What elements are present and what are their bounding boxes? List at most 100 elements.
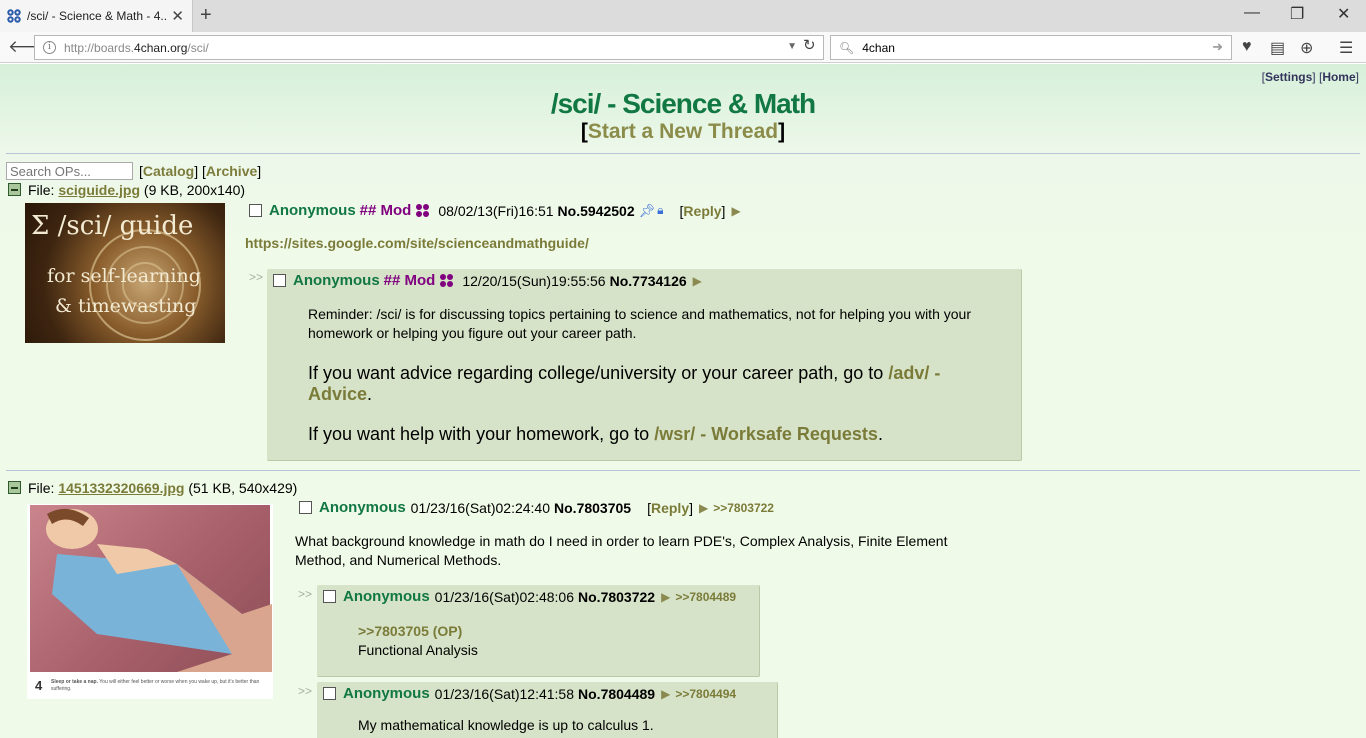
reply-dash: >> bbox=[298, 684, 313, 698]
post-datetime: 12/20/15(Sun)19:55:56 bbox=[462, 272, 606, 289]
menu-icon[interactable]: ☰ bbox=[1339, 38, 1353, 58]
page-content: [Settings] [Home] /sci/ - Science & Math… bbox=[0, 64, 1366, 738]
file-link[interactable]: 1451332320669.jpg bbox=[58, 480, 184, 496]
catalog-link[interactable]: Catalog bbox=[143, 163, 194, 179]
backlink[interactable]: >>7804494 bbox=[675, 687, 736, 701]
settings-link[interactable]: Settings bbox=[1265, 70, 1312, 84]
post-checkbox[interactable] bbox=[249, 204, 262, 217]
guide-link[interactable]: https://sites.google.com/site/scienceand… bbox=[245, 235, 589, 251]
backlink[interactable]: >>7804489 bbox=[675, 590, 736, 604]
hide-thread-button[interactable] bbox=[8, 481, 21, 494]
post-number-label[interactable]: No.7803722 bbox=[578, 589, 655, 605]
reply-para-1: Reminder: /sci/ is for discussing topics… bbox=[308, 306, 971, 341]
bracket-close: ] bbox=[778, 120, 786, 143]
file-link[interactable]: sciguide.jpg bbox=[58, 182, 140, 198]
mod-icon bbox=[440, 273, 454, 288]
post-menu-arrow-icon[interactable]: ▶ bbox=[661, 687, 670, 701]
thumb-line-3: & timewasting bbox=[55, 295, 197, 317]
poster-name: Anonymous bbox=[319, 499, 406, 516]
thumb-line-2: for self-learning bbox=[47, 265, 201, 287]
reply-body: My mathematical knowledge is up to calcu… bbox=[358, 717, 654, 733]
reply-post-header: Anonymous ## Mod 12/20/15(Sun)19:55:56 N… bbox=[273, 272, 702, 289]
quote-link[interactable]: >>7803705 (OP) bbox=[358, 623, 462, 639]
wsr-board-link[interactable]: /wsr/ - Worksafe Requests bbox=[654, 424, 878, 444]
capcode: ## Mod bbox=[359, 202, 412, 219]
search-go-arrow-icon[interactable]: ➜ bbox=[1212, 39, 1223, 55]
reading-list-icon[interactable]: ▤ bbox=[1270, 38, 1285, 58]
reply-link-wrap: [Reply] bbox=[647, 499, 693, 516]
reply-para-3: If you want help with your homework, go … bbox=[308, 424, 883, 444]
locked-icon: 🔒︎ bbox=[657, 203, 664, 217]
post-checkbox[interactable] bbox=[323, 687, 336, 700]
reply-body: >>7803705 (OP) Functional Analysis bbox=[358, 623, 478, 658]
search-value: 4chan bbox=[862, 40, 895, 55]
sleeping-person-illustration bbox=[46, 508, 272, 672]
post-number-label[interactable]: No.7734126 bbox=[610, 273, 687, 289]
file-meta: (51 KB, 540x429) bbox=[188, 480, 298, 496]
file-label: File: bbox=[28, 480, 59, 496]
minimize-button[interactable]: — bbox=[1244, 4, 1260, 22]
bracket-open: [ bbox=[580, 120, 588, 143]
reply-post-header: Anonymous 01/23/16(Sat)02:48:06 No.78037… bbox=[323, 588, 736, 605]
post-menu-arrow-icon[interactable]: ▶ bbox=[661, 590, 670, 604]
restore-button[interactable]: ❐ bbox=[1290, 4, 1304, 24]
post-checkbox[interactable] bbox=[299, 501, 312, 514]
reply-post: Anonymous 01/23/16(Sat)02:48:06 No.78037… bbox=[317, 585, 760, 677]
board-nav-links: [Catalog] [Archive] bbox=[139, 163, 262, 179]
home-link[interactable]: Home bbox=[1322, 70, 1355, 84]
post-datetime: 08/02/13(Fri)16:51 bbox=[438, 202, 554, 219]
reply-link[interactable]: Reply bbox=[651, 500, 689, 516]
post-datetime: 01/23/16(Sat)02:24:40 bbox=[410, 499, 551, 516]
tab-close-icon[interactable]: ✕ bbox=[171, 7, 184, 25]
top-links: [Settings] [Home] bbox=[1261, 70, 1359, 84]
url-dropdown-icon[interactable]: ▼ bbox=[787, 41, 797, 52]
url-prefix: http://boards. bbox=[64, 40, 135, 55]
thumb-title: Σ /sci/ guide bbox=[31, 211, 194, 241]
post-menu-arrow-icon[interactable]: ▶ bbox=[699, 501, 708, 515]
tab-title: /sci/ - Science & Math - 4... bbox=[27, 9, 167, 23]
thumb-caption: Sleep or take a nap. You will either fee… bbox=[51, 679, 260, 692]
reply-link[interactable]: Reply bbox=[683, 203, 721, 219]
url-bar[interactable]: i http://boards. 4chan.org/sci/ ▼ bbox=[34, 35, 824, 60]
post-checkbox[interactable] bbox=[273, 274, 286, 287]
thread-thumbnail[interactable]: Σ /sci/ guide for self-learning & timewa… bbox=[25, 203, 225, 343]
file-label: File: bbox=[28, 182, 59, 198]
op-post-header: Anonymous ## Mod 08/02/13(Fri)16:51 No.5… bbox=[249, 202, 741, 219]
post-menu-arrow-icon[interactable]: ▶ bbox=[693, 274, 702, 288]
reply-para-2: If you want advice regarding college/uni… bbox=[308, 363, 941, 404]
archive-link[interactable]: Archive bbox=[206, 163, 257, 179]
close-window-button[interactable]: ✕ bbox=[1337, 4, 1350, 24]
download-icon[interactable]: ⊕ bbox=[1300, 38, 1313, 58]
sticky-pin-icon: 📌︎ bbox=[638, 202, 656, 218]
poster-name: Anonymous bbox=[269, 202, 356, 219]
new-tab-button[interactable]: + bbox=[200, 4, 212, 27]
search-ops-input[interactable] bbox=[6, 162, 133, 180]
post-datetime: 01/23/16(Sat)02:48:06 bbox=[434, 588, 575, 605]
post-number-label[interactable]: No.7804489 bbox=[578, 686, 655, 702]
pocket-icon[interactable]: ♥ bbox=[1242, 38, 1252, 56]
hide-thread-button[interactable] bbox=[8, 183, 21, 196]
mod-icon bbox=[416, 203, 430, 218]
post-datetime: 01/23/16(Sat)12:41:58 bbox=[434, 685, 575, 702]
reply-post-header: Anonymous 01/23/16(Sat)12:41:58 No.78044… bbox=[323, 685, 736, 702]
reply-link-wrap: [Reply] bbox=[679, 202, 726, 219]
clover-favicon-icon bbox=[6, 8, 22, 24]
op-post-body: https://sites.google.com/site/scienceand… bbox=[245, 234, 589, 253]
post-checkbox[interactable] bbox=[323, 590, 336, 603]
poster-name: Anonymous bbox=[293, 272, 380, 289]
post-number-label[interactable]: No.7803705 bbox=[554, 500, 631, 516]
new-thread-header: [Start a New Thread] bbox=[0, 120, 1366, 144]
post-menu-arrow-icon[interactable]: ▶ bbox=[731, 204, 740, 218]
browser-tab[interactable]: /sci/ - Science & Math - 4... ✕ bbox=[0, 0, 193, 32]
start-new-thread-link[interactable]: Start a New Thread bbox=[588, 120, 778, 143]
reply-post: Anonymous 01/23/16(Sat)12:41:58 No.78044… bbox=[317, 682, 778, 738]
reload-icon[interactable]: ↻ bbox=[803, 36, 816, 54]
navigation-bar: 🡐 i http://boards. 4chan.org/sci/ ▼ ↻ 🔍︎ … bbox=[0, 32, 1366, 63]
post-number-label[interactable]: No.5942502 bbox=[558, 203, 635, 219]
op-post-header: Anonymous 01/23/16(Sat)02:24:40 No.78037… bbox=[299, 499, 774, 516]
thread-thumbnail[interactable]: 4 Sleep or take a nap. You will either f… bbox=[27, 504, 273, 699]
backlink[interactable]: >>7803722 bbox=[713, 501, 774, 515]
info-icon[interactable]: i bbox=[43, 41, 56, 54]
search-bar[interactable]: 🔍︎ 4chan ➜ bbox=[830, 35, 1232, 60]
reply-post: Anonymous ## Mod 12/20/15(Sun)19:55:56 N… bbox=[267, 269, 1022, 461]
